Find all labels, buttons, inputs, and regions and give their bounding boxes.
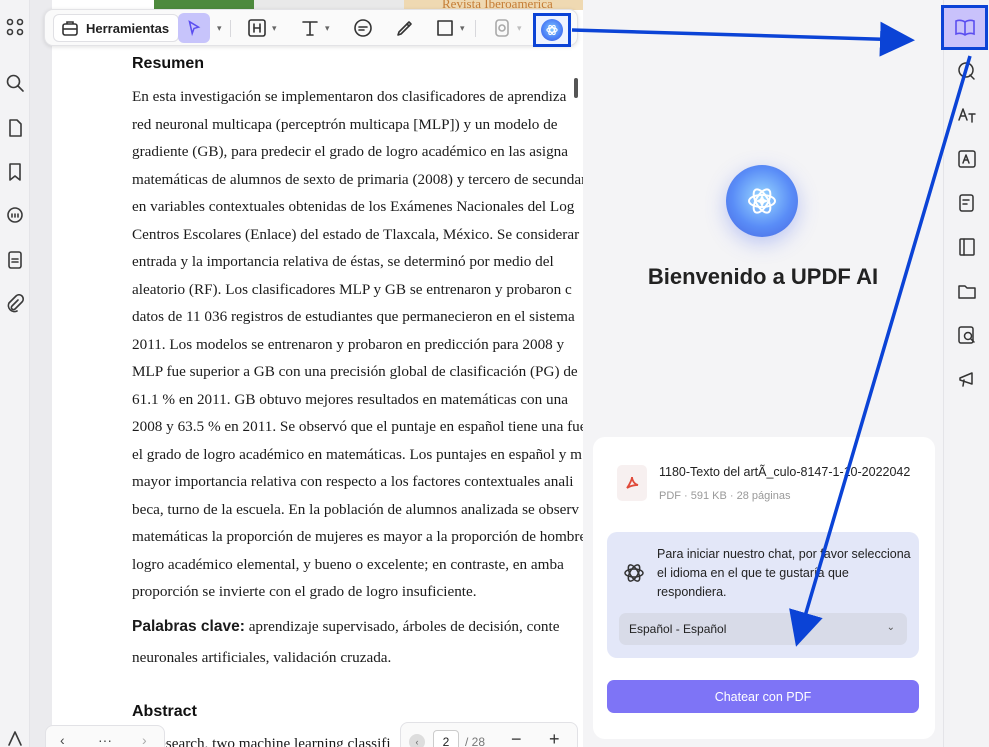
text-icon [302,21,318,36]
language-select-value: Español - Español [629,622,727,636]
resumen-line: entrada y la importancia relativa de ést… [132,253,554,270]
chat-setup-card: 1180-Texto del artÃ_culo-8147-1-10-20220… [593,437,935,739]
heading-tool-button[interactable]: ▾ [246,15,277,41]
file-name: 1180-Texto del artÃ_culo-8147-1-10-20220… [659,465,911,479]
translate-icon[interactable] [954,102,980,128]
more-options-button[interactable]: ··· [98,732,112,747]
document-viewer[interactable]: Revista Iberoamerica Resumen En esta inv… [30,0,583,747]
comments-icon[interactable] [4,205,26,227]
updf-ai-logo [726,165,798,237]
ai-orb-icon [541,19,563,41]
resumen-line: matemáticas de alumnos de sexto de prima… [132,170,583,188]
comment-icon [354,19,372,37]
select-tool-dropdown[interactable]: ▾ [213,15,222,41]
ai-assistant-panel: Bienvenido a UPDF AI 1180-Texto del artÃ… [583,0,943,747]
rectangle-icon [437,20,453,36]
presentation-icon[interactable] [954,366,980,392]
form-icon[interactable] [954,190,980,216]
stamp-icon [495,19,509,37]
language-select[interactable]: Español - Español ⌄ [619,613,907,645]
resumen-line: Centros Escolares (Enlace) del estado de… [132,225,580,243]
toolbox-icon [62,21,78,36]
layers-icon[interactable] [4,728,26,747]
cursor-icon [188,20,201,37]
page-zoom-controls: ‹ 2 / 28 − + [400,722,578,747]
book-sparkle-icon [954,19,975,36]
folder-icon[interactable] [954,278,980,304]
comment-tool-button[interactable] [352,15,374,41]
previous-page-icon[interactable]: ‹ [60,732,65,747]
next-page-icon[interactable]: › [142,732,147,747]
tools-button[interactable]: Herramientas [53,14,179,42]
resumen-line: el grado de logro académico en matemátic… [132,445,582,463]
bookmark-icon[interactable] [4,161,26,183]
resumen-line: logro académico elemental, y bueno o exc… [132,555,564,573]
resumen-line: beca, turno de la escuela. En la poblaci… [132,500,580,518]
keywords-label: Palabras clave: [132,618,245,635]
ai-assistant-icon [623,562,645,589]
resumen-line: En esta investigación se implementaron d… [132,88,567,105]
toolbar-divider [230,20,231,37]
total-pages: / 28 [465,735,486,747]
resumen-line: red neuronal multicapa (perceptrón multi… [132,115,558,133]
welcome-title: Bienvenido a UPDF AI [647,264,879,289]
select-tool-button[interactable] [178,13,210,43]
pages-icon[interactable] [4,117,26,139]
ocr-text-icon[interactable] [954,146,980,172]
pdf-page: Revista Iberoamerica Resumen En esta inv… [52,0,583,747]
heading-icon [248,19,266,37]
document-icon[interactable] [4,249,26,271]
ai-chat-icon[interactable] [954,58,980,84]
file-meta: PDF · 591 KB · 28 páginas [659,490,791,502]
chat-with-pdf-button[interactable]: Chatear con PDF [607,680,919,713]
resumen-line: MLP fue superior a GB con una precisión … [132,363,578,380]
language-prompt: Para iniciar nuestro chat, por favor sel… [657,547,911,599]
left-rail [0,0,30,747]
zoom-out-button[interactable]: − [511,729,522,747]
keywords-paragraph: Palabras clave: aprendizaje supervisado,… [132,611,583,673]
resumen-heading: Resumen [132,55,205,72]
resumen-line: gradiente (GB), para predecir el grado d… [132,143,569,160]
chevron-down-icon: ⌄ [886,622,895,633]
resumen-line: matemáticas la proporción de mujeres es … [132,528,583,545]
search-icon[interactable] [4,72,26,94]
app-window: Revista Iberoamerica Resumen En esta inv… [0,0,989,747]
scrollbar-thumb[interactable] [574,78,578,98]
resumen-line: aleatorio (RF). Los clasificadores MLP y… [132,280,572,298]
right-rail [941,0,989,747]
abstract-heading: Abstract [132,703,197,720]
resumen-line: 2008 y 63.5 % en 2011. Se observó que el… [132,418,583,435]
zoom-in-button[interactable]: + [549,729,560,747]
resumen-line: 2011. Los modelos se entrenaron y probar… [132,335,565,353]
stamp-tool-button[interactable]: ▾ [491,15,522,41]
updf-ai-button[interactable] [533,13,571,47]
ai-panel-tab[interactable] [941,5,988,50]
grid-icon[interactable] [4,16,26,38]
shape-tool-button[interactable]: ▾ [434,15,465,41]
scroll-up-icon[interactable]: ‹ [409,734,425,747]
resumen-body: En esta investigación se implementaron d… [132,83,583,606]
tools-label: Herramientas [86,20,170,36]
keywords-text-2: neuronales artificiales, validación cruz… [132,649,392,666]
keywords-text: aprendizaje supervisado, árboles de deci… [244,618,560,635]
pen-tool-button[interactable] [394,15,416,41]
search-document-icon[interactable] [954,322,980,348]
pdf-file-icon [617,465,647,501]
resumen-line: datos de 11 036 registros de estudiantes… [132,308,575,325]
organize-pages-icon[interactable] [954,234,980,260]
current-page-input[interactable]: 2 [433,730,459,747]
resumen-line: proporción se invierte con el grado de l… [132,583,477,600]
pen-icon [397,21,412,36]
text-tool-button[interactable]: ▾ [299,15,330,41]
language-selection-box: Para iniciar nuestro chat, por favor sel… [607,532,919,658]
resumen-line: mayor importancia relativa con respecto … [132,473,574,490]
attachment-icon[interactable] [4,293,26,315]
resumen-line: 61.1 % en 2011. GB obtuvo mejores result… [132,390,568,408]
toolbar-divider [475,20,476,37]
main-toolbar: Herramientas ▾ ▾ ▾ ▾ ▾ [44,9,578,47]
page-navigation-bar: ‹ ··· › [45,725,165,747]
resumen-line: en variables contextuales obtenidas de l… [132,198,575,215]
